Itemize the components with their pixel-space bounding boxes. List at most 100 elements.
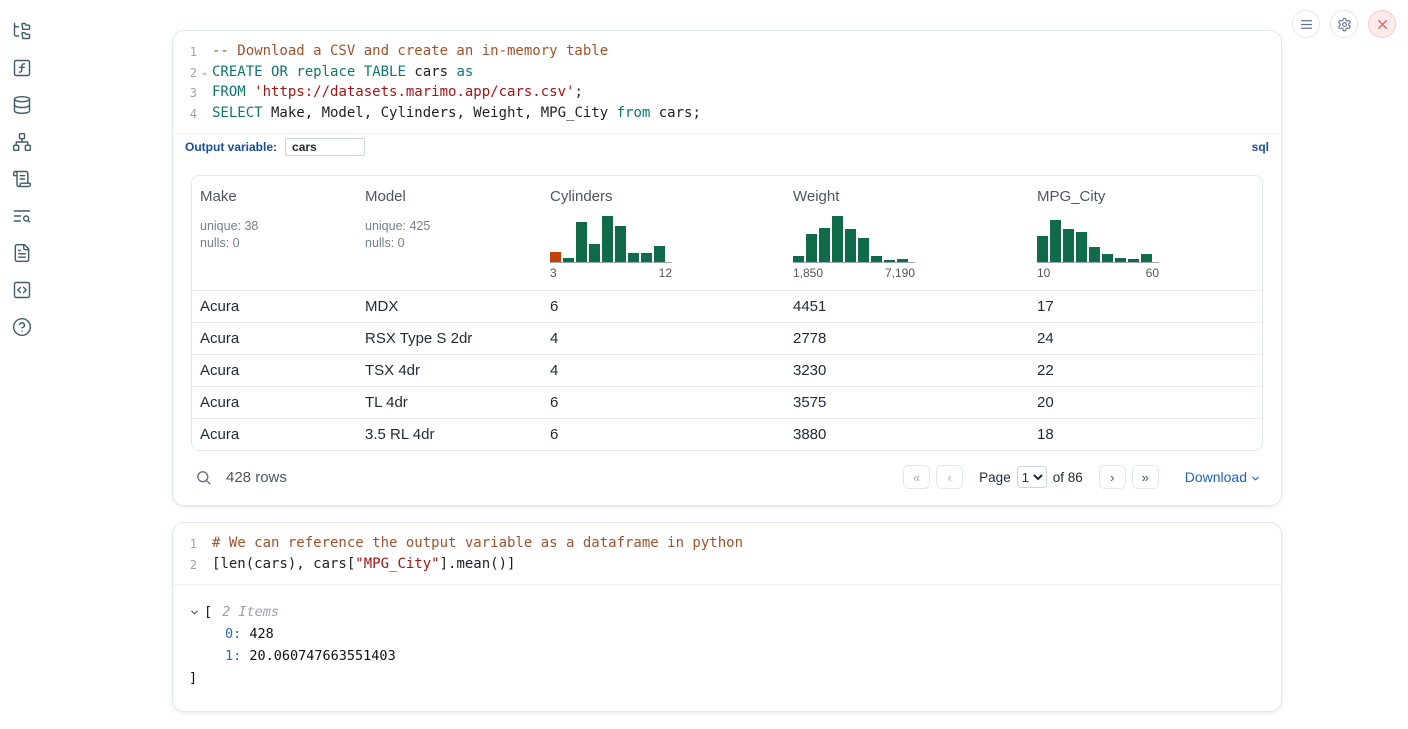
gear-icon[interactable]	[1330, 10, 1358, 38]
histogram-bar[interactable]	[563, 258, 574, 262]
histogram-axis-labels: 1060	[1037, 266, 1159, 280]
histogram-bar[interactable]	[819, 228, 830, 262]
histogram-bar[interactable]	[897, 259, 908, 262]
last-page-button[interactable]: »	[1132, 465, 1159, 489]
axis-min-label: 1,850	[793, 266, 823, 280]
first-page-button[interactable]: «	[903, 465, 930, 489]
column-name: Weight	[793, 188, 1021, 205]
histogram-bar[interactable]	[641, 253, 652, 262]
table-row[interactable]: AcuraRSX Type S 2dr4277824	[192, 322, 1262, 354]
line-number: 2	[173, 555, 197, 576]
snippets-icon[interactable]	[11, 279, 33, 301]
collapse-chevron-icon[interactable]	[189, 607, 200, 618]
code-line: 1-- Download a CSV and create an in-memo…	[173, 42, 1281, 63]
table-cell: 4	[542, 323, 785, 354]
next-page-button[interactable]: ›	[1099, 465, 1126, 489]
chevron-down-icon	[1250, 473, 1261, 484]
histogram-bar[interactable]	[550, 252, 561, 262]
table-row[interactable]: AcuraTL 4dr6357520	[192, 386, 1262, 418]
language-badge: sql	[1252, 140, 1269, 154]
code-text: # We can reference the output variable a…	[212, 534, 743, 555]
histogram-axis-labels: 1,850 7,190	[793, 266, 915, 280]
column-header-cylinders[interactable]: Cylinders312	[542, 176, 785, 290]
histogram-bar[interactable]	[832, 216, 843, 262]
page-of-label: of 86	[1053, 470, 1083, 485]
histogram-bar[interactable]	[1050, 220, 1061, 262]
histogram-bar[interactable]	[628, 253, 639, 262]
histogram-bar[interactable]	[793, 256, 804, 262]
histogram-bar[interactable]	[576, 222, 587, 262]
table-cell: 22	[1029, 355, 1262, 386]
histogram-bar[interactable]	[1076, 232, 1087, 262]
histogram-bar[interactable]	[1089, 247, 1100, 262]
fold-gutter	[197, 83, 212, 104]
logs-icon[interactable]	[11, 205, 33, 227]
column-header-model[interactable]: Modelunique: 425nulls: 0	[357, 176, 542, 290]
column-header-make[interactable]: Makeunique: 38nulls: 0	[192, 176, 357, 290]
table-footer: 428 rows « ‹ Page 1 of 86 › » Download	[173, 453, 1281, 505]
tree-item-value: 428	[241, 626, 274, 642]
table-row[interactable]: AcuraTSX 4dr4323022	[192, 354, 1262, 386]
sql-code-editor[interactable]: 1-- Download a CSV and create an in-memo…	[173, 31, 1281, 133]
output-variable-bar: Output variable: sql	[173, 133, 1281, 161]
histogram-bar[interactable]	[871, 256, 882, 262]
page-label: Page	[979, 470, 1011, 485]
menu-icon[interactable]	[1292, 10, 1320, 38]
histogram-bar[interactable]	[1141, 254, 1152, 262]
tree-item-value: 20.060747663551403	[241, 648, 395, 664]
histogram-bar[interactable]	[845, 229, 856, 262]
table-cell: Acura	[192, 355, 357, 386]
histogram-bar[interactable]	[1128, 259, 1139, 262]
prev-page-button[interactable]: ‹	[936, 465, 963, 489]
tree-item-key: 0:	[225, 626, 241, 642]
functions-icon[interactable]	[11, 57, 33, 79]
tree-items: 0: 4281: 20.060747663551403	[189, 623, 1263, 667]
open-bracket: [	[204, 601, 212, 623]
documentation-icon[interactable]	[11, 242, 33, 264]
histogram-bar[interactable]	[1102, 254, 1113, 262]
table-cell: 6	[542, 291, 785, 322]
histogram-bar[interactable]	[806, 234, 817, 262]
fold-chevron-icon[interactable]: ⌄	[197, 63, 212, 84]
column-header-weight[interactable]: Weight 1,850 7,190	[785, 176, 1029, 290]
table-row[interactable]: Acura3.5 RL 4dr6388018	[192, 418, 1262, 450]
python-code-editor[interactable]: 1# We can reference the output variable …	[173, 523, 1281, 584]
table-cell: 3230	[785, 355, 1029, 386]
histogram-bar[interactable]	[858, 238, 869, 262]
column-header-mpg_city[interactable]: MPG_City1060	[1029, 176, 1262, 290]
notebook: 1-- Download a CSV and create an in-memo…	[172, 30, 1282, 712]
histogram-bars	[793, 215, 915, 263]
help-icon[interactable]	[11, 316, 33, 338]
axis-min-label: 10	[1037, 266, 1050, 280]
page-select[interactable]: 1	[1017, 466, 1047, 488]
histogram-bar[interactable]	[884, 260, 895, 262]
file-tree-icon[interactable]	[11, 20, 33, 42]
histogram-bar[interactable]	[1037, 236, 1048, 262]
search-icon[interactable]	[195, 469, 212, 486]
scratchpad-icon[interactable]	[11, 168, 33, 190]
line-number: 2	[173, 63, 197, 84]
database-icon[interactable]	[11, 94, 33, 116]
histogram-bar[interactable]	[602, 216, 613, 262]
histogram-mpg_city: 1060	[1037, 215, 1159, 280]
axis-min-label: 3	[550, 266, 557, 280]
histogram-bar[interactable]	[589, 244, 600, 262]
table-cell: Acura	[192, 323, 357, 354]
histogram-bar[interactable]	[615, 226, 626, 262]
code-text: SELECT Make, Model, Cylinders, Weight, M…	[212, 104, 701, 125]
histogram-bar[interactable]	[1063, 229, 1074, 262]
topbar-actions	[1292, 10, 1396, 38]
close-icon[interactable]	[1368, 10, 1396, 38]
output-variable-input[interactable]	[285, 138, 365, 156]
table-row[interactable]: AcuraMDX6445117	[192, 290, 1262, 322]
download-button[interactable]: Download	[1185, 469, 1261, 485]
dependency-graph-icon[interactable]	[11, 131, 33, 153]
axis-max-label: 7,190	[885, 266, 915, 280]
histogram-bar[interactable]	[654, 246, 665, 262]
table-header-row: Makeunique: 38nulls: 0Modelunique: 425nu…	[192, 176, 1262, 290]
row-count: 428 rows	[226, 469, 287, 486]
histogram-bar[interactable]	[1115, 258, 1126, 262]
code-line: 3FROM 'https://datasets.marimo.app/cars.…	[173, 83, 1281, 104]
tree-item: 0: 428	[189, 623, 1263, 645]
histogram-bars	[550, 215, 672, 263]
